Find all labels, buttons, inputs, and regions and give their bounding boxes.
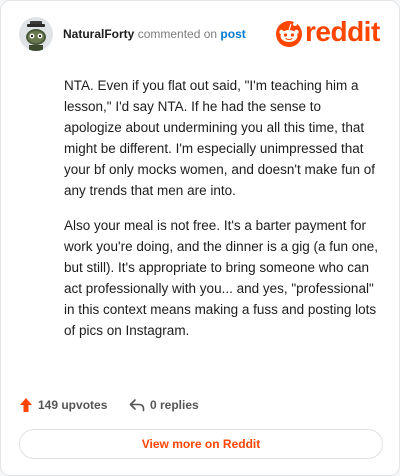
reddit-snoo-logo-icon	[276, 21, 302, 47]
comment-paragraph: NTA. Even if you flat out said, "I'm tea…	[64, 78, 375, 198]
comment-meta: NaturalForty commented on post	[63, 27, 246, 41]
commented-on-text: commented on	[137, 27, 218, 41]
comment-header: NaturalForty commented on post reddit	[19, 15, 383, 51]
upvote-count: 149 upvotes	[38, 398, 108, 412]
reddit-wordmark: reddit	[305, 16, 380, 47]
username-link[interactable]: NaturalForty	[63, 27, 134, 41]
reddit-logo[interactable]: reddit	[275, 15, 383, 51]
upvote-arrow-icon	[20, 398, 32, 412]
view-more-button[interactable]: View more on Reddit	[19, 429, 383, 459]
comment-embed-card: NaturalForty commented on post reddit NT…	[0, 0, 400, 476]
reply-button[interactable]: 0 replies	[129, 395, 199, 415]
comment-paragraph: Also your meal is not free. It's a barte…	[64, 218, 379, 338]
user-avatar-icon[interactable]	[19, 17, 53, 51]
upvote-button[interactable]: 149 upvotes	[19, 395, 107, 415]
comment-actions: 149 upvotes 0 replies	[19, 395, 319, 415]
reply-arrow-icon	[129, 399, 145, 412]
comment-body: NTA. Even if you flat out said, "I'm tea…	[64, 75, 382, 355]
post-link[interactable]: post	[220, 27, 245, 41]
reply-count: 0 replies	[150, 398, 199, 412]
